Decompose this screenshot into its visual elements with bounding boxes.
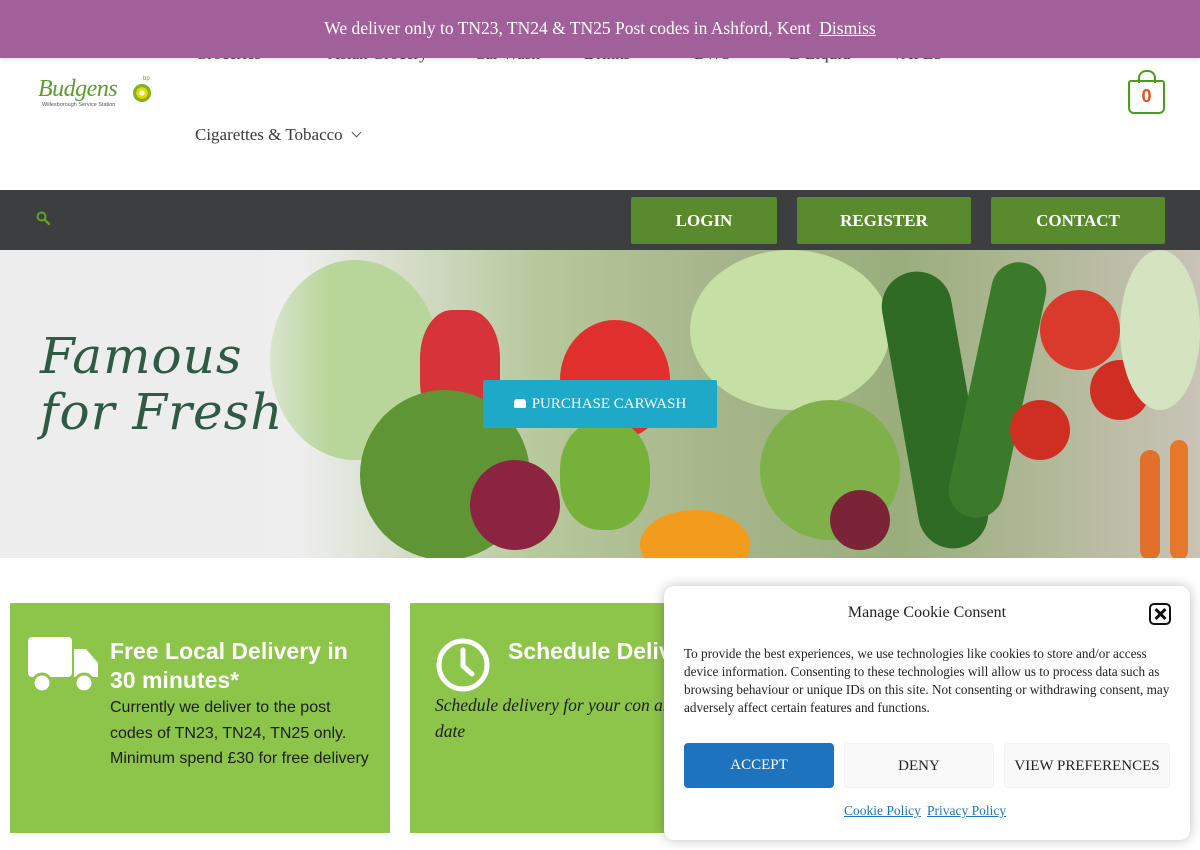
cart-button[interactable]: 0 <box>1128 70 1165 114</box>
delivery-notice-bar: We deliver only to TN23, TN24 & TN25 Pos… <box>0 0 1200 58</box>
logo-wordmark: Budgens <box>38 76 118 102</box>
cookie-title: Manage Cookie Consent <box>847 604 1007 621</box>
bp-helios-icon <box>133 84 151 102</box>
tagline-line-2: for Fresh <box>40 383 284 441</box>
cta-label: PURCHASE CARWASH <box>531 396 687 412</box>
feature-text: Currently we deliver to the post codes o… <box>110 699 369 767</box>
logo-subtitle: Willesborough Service Station <box>42 102 116 108</box>
car-icon <box>513 399 526 408</box>
deny-button[interactable]: DENY <box>844 743 994 788</box>
login-button[interactable]: LOGIN <box>631 197 777 244</box>
site-logo[interactable]: Budgens Willesborough Service Station bp <box>38 76 156 112</box>
nav-item-label: Cigarettes & Tobacco <box>195 125 343 144</box>
feature-card-delivery: Free Local Delivery in 30 minutes* Curre… <box>10 603 390 833</box>
cookie-policy-link[interactable]: Cookie Policy <box>844 803 921 819</box>
dismiss-link[interactable]: Dismiss <box>819 18 875 38</box>
nav-item-cigarettes-tobacco[interactable]: Cigarettes & Tobacco <box>195 125 362 145</box>
cookie-consent-dialog: Manage Cookie Consent To provide the bes… <box>664 586 1190 840</box>
tagline-line-1: Famous <box>40 327 243 385</box>
clock-icon <box>436 638 490 692</box>
register-button[interactable]: REGISTER <box>797 197 971 244</box>
contact-button[interactable]: CONTACT <box>991 197 1165 244</box>
logo-bp-text: bp <box>143 76 150 82</box>
search-icon[interactable] <box>36 211 50 225</box>
purchase-carwash-button[interactable]: PURCHASE CARWASH <box>483 380 717 428</box>
chevron-down-icon <box>351 127 362 138</box>
feature-title: Free Local Delivery in 30 minutes* <box>110 638 348 693</box>
close-icon[interactable] <box>1149 603 1171 625</box>
hero-tagline: Famous for Fresh <box>40 328 283 440</box>
notice-text: We deliver only to TN23, TN24 & TN25 Pos… <box>324 18 811 38</box>
accept-button[interactable]: ACCEPT <box>684 743 834 788</box>
feature-text: Schedule delivery for your con and date <box>435 695 681 741</box>
cookie-body: To provide the best experiences, we use … <box>684 646 1170 715</box>
truck-icon <box>28 637 98 693</box>
view-preferences-button[interactable]: VIEW PREFERENCES <box>1004 743 1170 788</box>
privacy-policy-link[interactable]: Privacy Policy <box>927 803 1006 819</box>
cart-count: 0 <box>1141 86 1152 106</box>
